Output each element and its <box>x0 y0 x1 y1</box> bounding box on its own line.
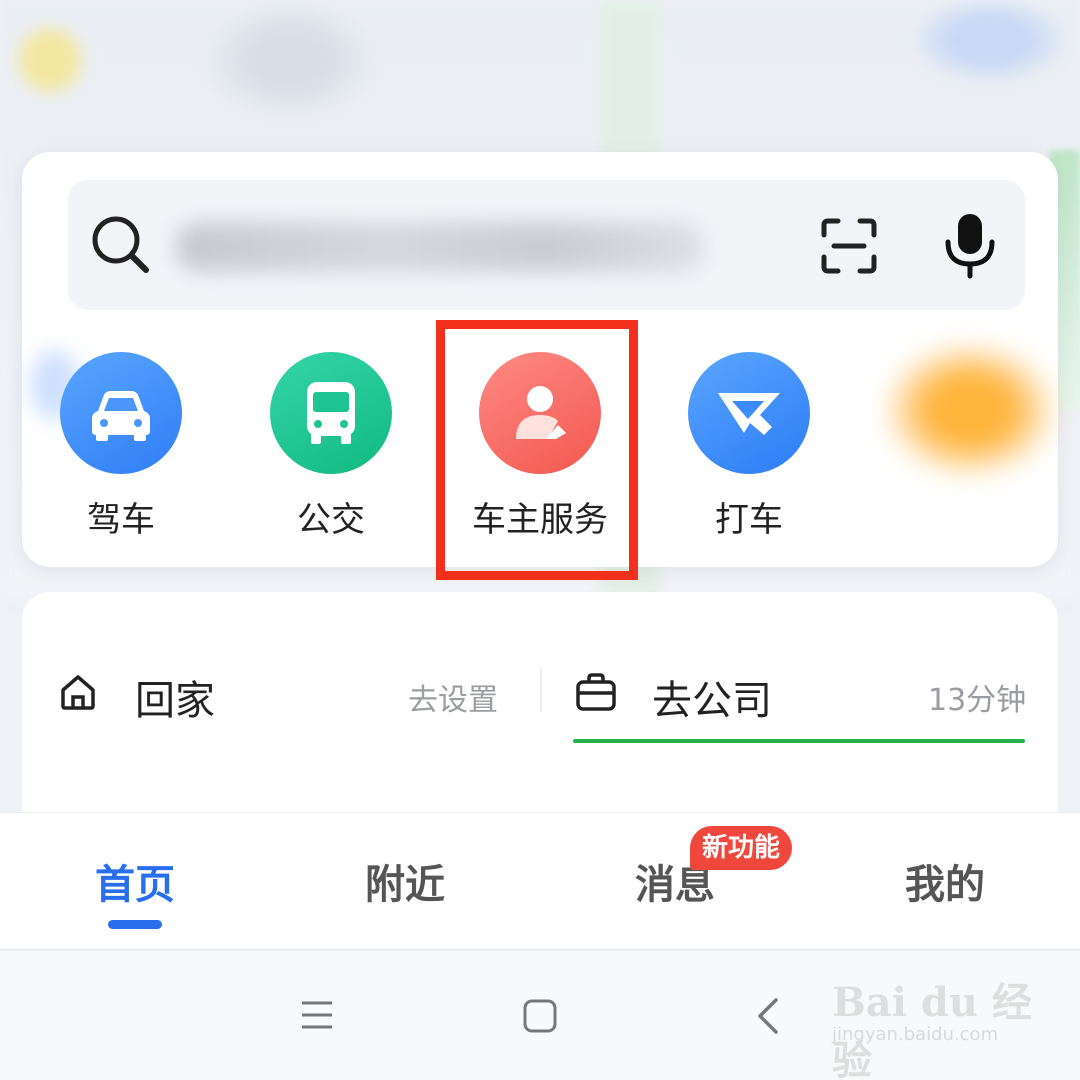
scan-icon[interactable] <box>818 215 880 277</box>
work-route-label[interactable]: 去公司 <box>652 668 772 726</box>
home-route-label[interactable]: 回家 <box>135 668 215 726</box>
shortcut-bus[interactable]: 公交 <box>260 352 400 542</box>
search-icon[interactable] <box>88 212 154 278</box>
route-progress-line <box>573 739 1025 743</box>
blurred-shortcut <box>880 340 1060 480</box>
bus-icon <box>270 352 392 474</box>
microphone-icon[interactable] <box>942 210 998 280</box>
home-nav-icon[interactable] <box>522 998 558 1034</box>
watermark-url: jingyan.baidu.com <box>832 1024 999 1045</box>
shortcut-label: 驾车 <box>87 500 155 540</box>
watermark: Bai du 经验 jingyan.baidu.com <box>832 960 1032 1080</box>
shortcut-taxi[interactable]: 打车 <box>678 352 818 542</box>
new-feature-badge: 新功能 <box>690 826 793 870</box>
back-icon[interactable] <box>752 996 782 1036</box>
active-tab-indicator <box>108 920 162 929</box>
divider <box>540 668 542 712</box>
shortcut-drive[interactable]: 驾车 <box>50 352 190 542</box>
shortcut-label: 打车 <box>715 500 783 540</box>
home-setup-link[interactable]: 去设置 <box>408 675 498 719</box>
tab-home[interactable]: 首页 <box>55 852 215 910</box>
tab-me[interactable]: 我的 <box>865 852 1025 910</box>
work-route-time: 13分钟 <box>928 683 1027 718</box>
tab-nearby[interactable]: 附近 <box>325 852 485 910</box>
menu-icon[interactable] <box>300 998 334 1032</box>
car-icon <box>60 352 182 474</box>
taxi-icon <box>688 352 810 474</box>
shortcut-label: 公交 <box>297 500 365 540</box>
search-input[interactable] <box>175 222 705 272</box>
highlight-annotation <box>436 320 638 580</box>
home-icon <box>61 675 95 710</box>
briefcase-icon <box>576 673 616 711</box>
